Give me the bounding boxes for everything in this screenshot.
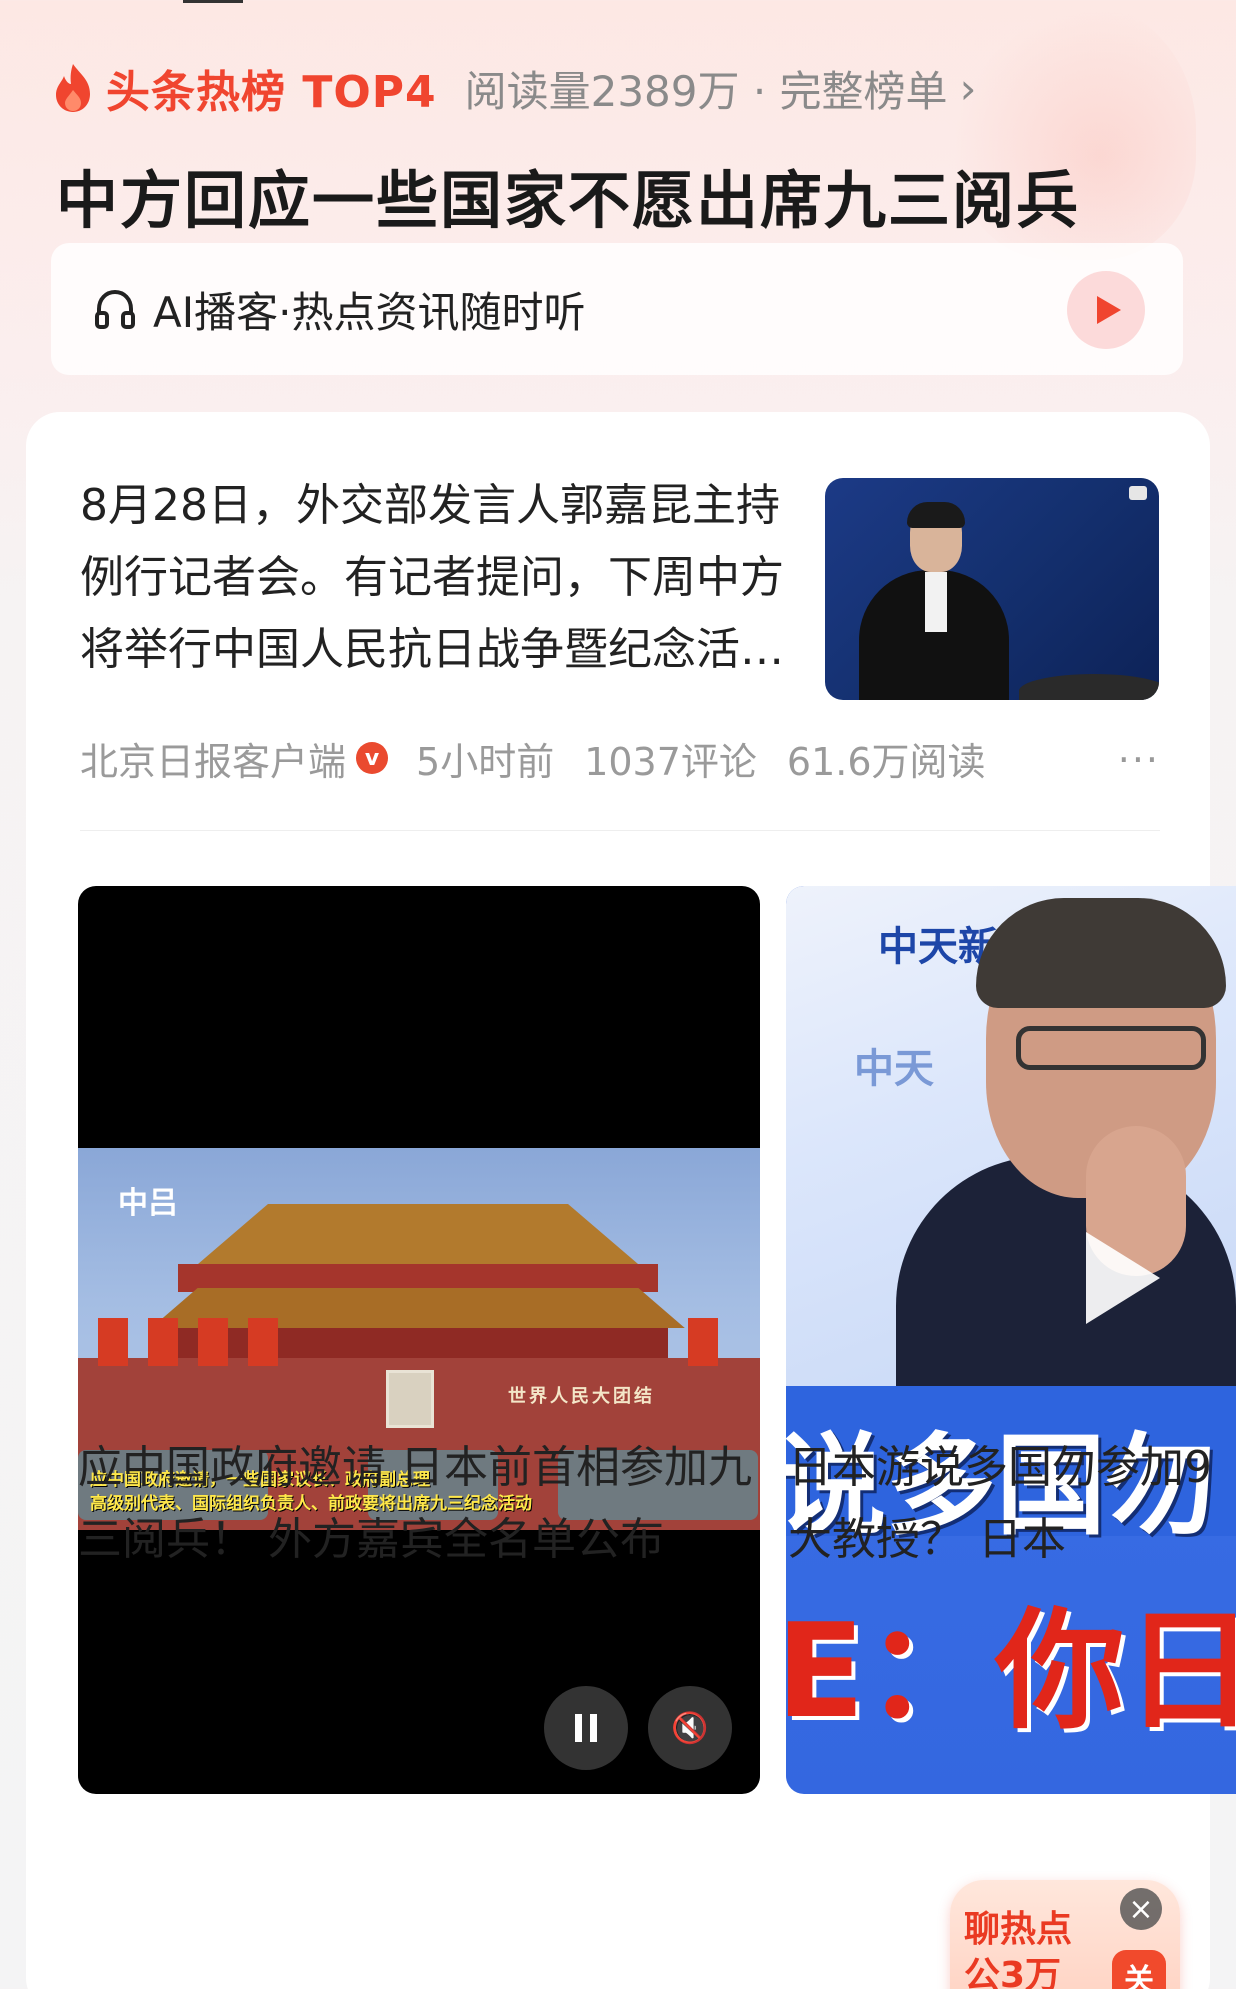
chevron-right-icon[interactable]: ›: [960, 64, 977, 113]
ai-podcast-label: AI播客·热点资讯随时听: [153, 287, 586, 337]
chat-badge-icon: 关: [1112, 1950, 1166, 1989]
article-comments[interactable]: 1037评论: [584, 731, 757, 786]
video-player-side[interactable]: 中天新 中天 说多国勿 E：你日: [786, 886, 1236, 1794]
podcast-play-button[interactable]: [1067, 271, 1145, 349]
hot-rank-meta[interactable]: 阅读量2389万 · 完整榜单: [465, 58, 948, 119]
play-icon[interactable]: [1086, 1232, 1160, 1324]
play-icon: [1097, 296, 1121, 324]
news-card: 8月28日，外交部发言人郭嘉昆主持例行记者会。有记者提问，下周中方将举行中国人民…: [26, 412, 1236, 1989]
status-indicator: [183, 0, 243, 3]
video-banner-text: 世界人民大团结: [508, 1386, 655, 1407]
more-options-icon[interactable]: ···: [1118, 738, 1160, 782]
divider: [80, 830, 1160, 831]
video-caption-main[interactable]: 应中国政府邀请 日本前首相参加九三阅兵！ 外方嘉宾全名单公布: [78, 1432, 768, 1576]
article-summary[interactable]: 8月28日，外交部发言人郭嘉昆主持例行记者会。有记者提问，下周中方将举行中国人民…: [80, 470, 790, 686]
headphones-icon: [95, 289, 135, 329]
side-video-overlay-text-red: E：你日: [786, 1595, 1236, 1747]
article-reads: 61.6万阅读: [786, 739, 986, 784]
chat-badge-label: 聊热点: [964, 1909, 1073, 1950]
ai-podcast-bar[interactable]: AI播客·热点资讯随时听: [51, 243, 1183, 375]
chat-badge-count: 公3万: [964, 1955, 1062, 1989]
video-caption-side[interactable]: 日本游说多国勿参加9 大教授？ 日本: [788, 1432, 1236, 1576]
mute-button[interactable]: 🔇: [648, 1686, 732, 1770]
flame-icon: [56, 64, 90, 112]
pause-icon: [575, 1714, 597, 1742]
verified-icon: v: [356, 742, 389, 774]
close-icon[interactable]: ×: [1120, 1888, 1162, 1930]
article-time: 5小时前: [416, 739, 555, 784]
hot-rank-header[interactable]: 头条热榜 TOP4 阅读量2389万 · 完整榜单 ›: [50, 58, 977, 119]
article-thumbnail[interactable]: [825, 478, 1159, 700]
pause-button[interactable]: [544, 1686, 628, 1770]
portrait-image: [386, 1370, 434, 1428]
video-logo: 中吕: [118, 1186, 178, 1221]
article-meta: 北京日报客户端 v 5小时前 1037评论 61.6万阅读 ···: [80, 728, 1160, 788]
hot-rank-title: 头条热榜 TOP4: [106, 67, 437, 118]
article-source[interactable]: 北京日报客户端: [80, 731, 346, 786]
chat-hot-topic-badge[interactable]: 聊热点 公3万 × 关: [950, 1880, 1180, 1989]
page-title[interactable]: 中方回应一些国家不愿出席九三阅兵: [56, 150, 1080, 240]
mute-icon: 🔇: [671, 1710, 709, 1746]
side-video-logo-watermark: 中天: [854, 1046, 934, 1092]
watermark-icon: [1129, 486, 1147, 500]
video-player-main[interactable]: 世界人民大团结 中吕 应中国政府邀请，一些国家议长、政府副总理 高级别代表、国际…: [78, 886, 760, 1794]
